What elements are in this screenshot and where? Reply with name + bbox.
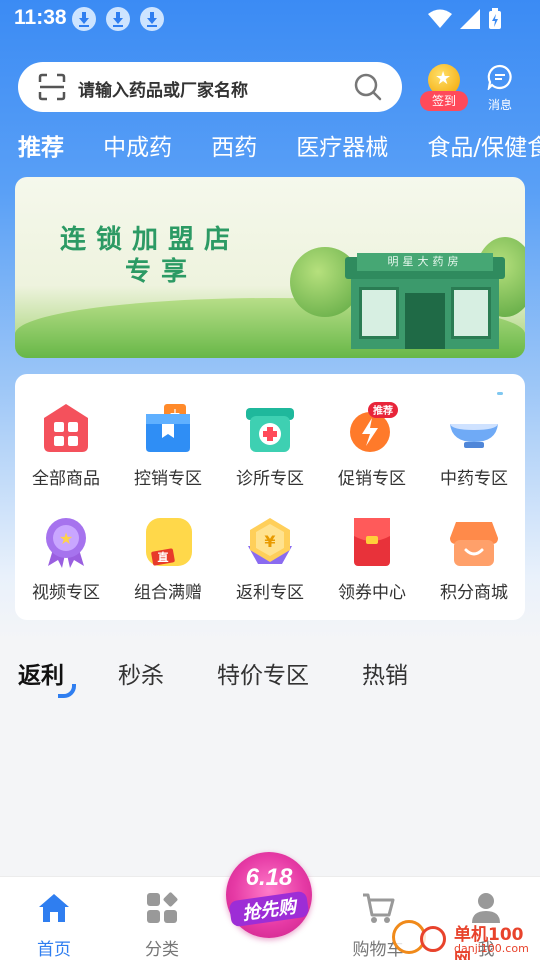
shortcut-label: 组合满赠 bbox=[134, 583, 202, 603]
combo-badge: 直 bbox=[158, 550, 169, 564]
wifi-icon bbox=[428, 9, 452, 28]
shortcut-label: 控销专区 bbox=[134, 469, 202, 489]
shortcut-label: 促销专区 bbox=[338, 469, 406, 489]
download-icon bbox=[106, 7, 130, 31]
shortcut-grid: 全部商品 + 控销专区 诊所专区 推荐 促销专区 bbox=[15, 374, 525, 620]
shortcut-chinese-medicine[interactable]: 中药专区 bbox=[423, 402, 525, 502]
promotion-badge: 推荐 bbox=[373, 404, 393, 417]
shortcut-label: 返利专区 bbox=[236, 583, 304, 603]
decoration bbox=[497, 392, 503, 395]
active-tab-indicator bbox=[58, 684, 76, 698]
download-icon bbox=[140, 7, 164, 31]
search-icon[interactable] bbox=[354, 73, 382, 101]
nav-label: 分类 bbox=[145, 940, 179, 960]
controlled-sales-icon: + bbox=[146, 404, 190, 452]
product-tabs: 返利 秒杀 特价专区 热销 bbox=[18, 656, 540, 698]
download-icon bbox=[72, 7, 96, 31]
banner-subtitle: 专享 bbox=[125, 257, 198, 287]
tab-western-medicine[interactable]: 西药 bbox=[211, 128, 257, 162]
promo-618-badge[interactable]: 6.18 抢先购 bbox=[226, 852, 312, 938]
category-icon bbox=[147, 892, 178, 923]
svg-text:★: ★ bbox=[59, 529, 73, 548]
shortcut-label: 全部商品 bbox=[32, 469, 100, 489]
shortcut-all-products[interactable]: 全部商品 bbox=[15, 402, 117, 502]
shortcut-label: 领券中心 bbox=[338, 583, 406, 603]
combo-gift-icon: 直 bbox=[146, 518, 192, 566]
tab-flash-sale[interactable]: 秒杀 bbox=[118, 656, 164, 690]
tab-health-food[interactable]: 食品/保健食品 bbox=[427, 128, 540, 162]
points-mall-icon bbox=[450, 522, 498, 566]
shortcut-coupon[interactable]: 领券中心 bbox=[321, 516, 423, 616]
search-input[interactable]: 请输入药品或厂家名称 bbox=[78, 76, 248, 101]
store-door bbox=[405, 293, 445, 349]
category-tabs: 推荐 中成药 西药 医疗器械 食品/保健食品 bbox=[18, 128, 540, 168]
shortcut-promotion[interactable]: 推荐 促销专区 bbox=[321, 402, 423, 502]
coupon-icon bbox=[354, 518, 390, 566]
shortcut-controlled-sales[interactable]: + 控销专区 bbox=[117, 402, 219, 502]
clinic-icon bbox=[246, 408, 294, 452]
status-indicators bbox=[428, 8, 502, 30]
nav-home[interactable]: 首页 bbox=[14, 887, 94, 960]
promo-number: 6.18 bbox=[245, 864, 293, 891]
nav-category[interactable]: 分类 bbox=[122, 887, 202, 960]
shortcut-label: 视频专区 bbox=[32, 583, 100, 603]
battery-icon bbox=[489, 8, 501, 29]
signal-icon bbox=[460, 9, 480, 29]
messages-label: 消息 bbox=[487, 98, 512, 112]
nav-label: 首页 bbox=[37, 940, 71, 960]
messages-button[interactable]: 消息 bbox=[480, 64, 520, 112]
shortcut-combo-gift[interactable]: 直 组合满赠 bbox=[117, 516, 219, 616]
tab-special-price[interactable]: 特价专区 bbox=[217, 656, 309, 690]
cart-icon bbox=[363, 893, 395, 923]
signin-button[interactable]: ★ 签到 bbox=[420, 64, 468, 112]
status-bar: 11:38 bbox=[0, 0, 540, 40]
home-icon bbox=[39, 894, 69, 922]
star-icon: ★ bbox=[435, 68, 452, 89]
video-icon: ★ bbox=[46, 518, 86, 568]
pharmacy-illustration: 明星大药房 bbox=[345, 249, 505, 349]
tab-chinese-patent-medicine[interactable]: 中成药 bbox=[103, 128, 172, 162]
watermark-url: danji100.com bbox=[454, 942, 529, 955]
shortcut-rebate[interactable]: ¥ 返利专区 bbox=[219, 516, 321, 616]
rebate-badge: ¥ bbox=[264, 532, 275, 551]
store-window bbox=[359, 287, 399, 339]
store-sign: 明星大药房 bbox=[357, 253, 493, 271]
watermark: 单机100网 danji100.com bbox=[392, 918, 540, 960]
shortcut-label: 中药专区 bbox=[440, 469, 508, 489]
shortcut-clinic[interactable]: 诊所专区 bbox=[219, 402, 321, 502]
all-products-icon bbox=[44, 404, 88, 452]
shortcut-label: 积分商城 bbox=[440, 583, 508, 603]
promotion-icon: 推荐 bbox=[350, 402, 398, 452]
signin-label: 签到 bbox=[420, 91, 468, 111]
tab-recommended[interactable]: 推荐 bbox=[18, 128, 64, 162]
promo-banner[interactable]: 连锁加盟店 专享 明星大药房 bbox=[15, 177, 525, 358]
search-bar[interactable]: 请输入药品或厂家名称 bbox=[18, 62, 402, 112]
status-time: 11:38 bbox=[14, 6, 67, 29]
shortcut-video[interactable]: ★ 视频专区 bbox=[15, 516, 117, 616]
message-icon bbox=[487, 64, 512, 92]
store-window bbox=[451, 287, 491, 339]
scan-icon[interactable] bbox=[38, 73, 66, 101]
watermark-logo-icon bbox=[420, 926, 446, 952]
chinese-medicine-icon bbox=[450, 424, 498, 448]
download-notifications bbox=[72, 7, 164, 31]
shortcut-label: 诊所专区 bbox=[236, 469, 304, 489]
tab-hot-sale[interactable]: 热销 bbox=[362, 656, 408, 690]
shortcut-points-mall[interactable]: 积分商城 bbox=[423, 516, 525, 616]
rebate-icon: ¥ bbox=[248, 518, 292, 564]
tab-medical-devices[interactable]: 医疗器械 bbox=[296, 128, 388, 162]
